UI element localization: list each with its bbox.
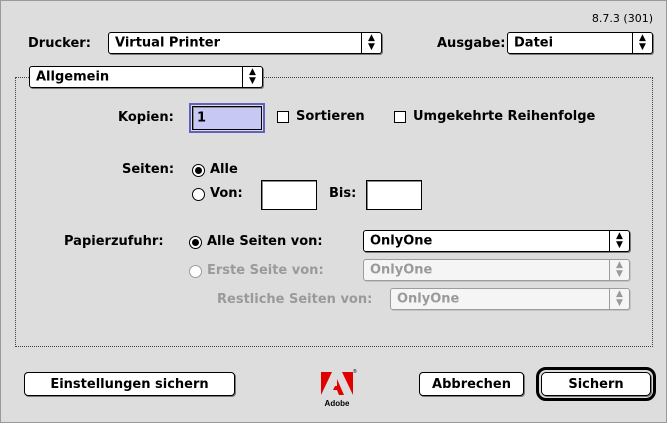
up-down-arrows-icon: ▲ ▼ bbox=[632, 33, 652, 53]
cancel-button[interactable]: Abbrechen bbox=[419, 372, 524, 396]
save-button[interactable]: Sichern bbox=[536, 367, 656, 401]
copies-value: 1 bbox=[197, 110, 207, 126]
up-down-arrows-icon: ▲ ▼ bbox=[609, 260, 629, 280]
save-settings-button[interactable]: Einstellungen sichern bbox=[24, 372, 235, 396]
printer-value: Virtual Printer bbox=[115, 35, 221, 51]
output-label: Ausgabe: bbox=[437, 36, 506, 51]
paper-first-page-value: OnlyOne bbox=[370, 262, 433, 278]
copies-label: Kopien: bbox=[118, 110, 174, 125]
up-down-arrows-icon: ▲ ▼ bbox=[609, 231, 629, 251]
reverse-order-label: Umgekehrte Reihenfolge bbox=[413, 109, 596, 124]
pages-from-input[interactable] bbox=[261, 180, 317, 210]
collate-checkbox[interactable] bbox=[277, 111, 289, 123]
adobe-logo-left bbox=[321, 372, 332, 395]
panel-popup[interactable]: Allgemein ▲ ▼ bbox=[29, 66, 263, 88]
pages-from-radio[interactable] bbox=[192, 188, 205, 201]
copies-input[interactable]: 1 bbox=[189, 103, 265, 133]
output-value: Datei bbox=[514, 35, 554, 51]
paper-all-pages-label: Alle Seiten von: bbox=[207, 234, 323, 249]
paper-source-label: Papierzufuhr: bbox=[64, 234, 164, 249]
paper-remaining-value: OnlyOne bbox=[397, 291, 460, 307]
up-down-arrows-icon: ▲ ▼ bbox=[361, 33, 381, 53]
pages-all-radio[interactable] bbox=[192, 164, 205, 177]
printer-popup[interactable]: Virtual Printer ▲ ▼ bbox=[108, 32, 382, 54]
pages-all-label: Alle bbox=[210, 162, 238, 177]
paper-all-pages-value: OnlyOne bbox=[370, 233, 433, 249]
paper-all-pages-popup[interactable]: OnlyOne ▲ ▼ bbox=[363, 230, 630, 252]
pages-label: Seiten: bbox=[122, 162, 175, 177]
version-label: 8.7.3 (301) bbox=[591, 12, 653, 25]
up-down-arrows-icon: ▲ ▼ bbox=[242, 67, 262, 87]
pages-to-input[interactable] bbox=[366, 180, 422, 210]
panel-value: Allgemein bbox=[36, 69, 110, 85]
up-down-arrows-icon: ▲ ▼ bbox=[609, 289, 629, 309]
registered-mark: ® bbox=[353, 368, 357, 375]
adobe-logo: Adobe ® bbox=[321, 368, 357, 408]
paper-all-pages-radio[interactable] bbox=[189, 236, 202, 249]
adobe-logo-center bbox=[333, 379, 344, 395]
paper-first-page-radio[interactable] bbox=[189, 265, 202, 278]
output-popup[interactable]: Datei ▲ ▼ bbox=[507, 32, 653, 54]
adobe-logo-right bbox=[342, 372, 353, 395]
paper-first-page-popup[interactable]: OnlyOne ▲ ▼ bbox=[363, 259, 630, 281]
paper-remaining-popup[interactable]: OnlyOne ▲ ▼ bbox=[390, 288, 630, 310]
paper-first-page-label: Erste Seite von: bbox=[207, 263, 324, 278]
adobe-logo-text: Adobe bbox=[325, 399, 350, 408]
pages-from-label: Von: bbox=[210, 186, 243, 201]
collate-label: Sortieren bbox=[296, 109, 365, 124]
reverse-order-checkbox[interactable] bbox=[394, 111, 406, 123]
printer-label: Drucker: bbox=[28, 36, 91, 51]
paper-remaining-label: Restliche Seiten von: bbox=[217, 292, 373, 307]
pages-to-label: Bis: bbox=[329, 186, 357, 201]
